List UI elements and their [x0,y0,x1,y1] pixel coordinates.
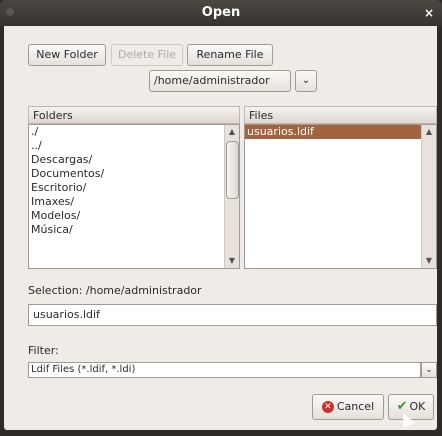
selection-input[interactable]: usuarios.ldif [28,304,437,326]
chevron-down-icon[interactable]: ⌄ [295,70,317,92]
folders-header[interactable]: Folders [28,106,240,124]
selection-label: Selection: /home/administrador [28,284,202,297]
filter-label: Filter: [28,344,59,357]
delete-file-button: Delete File [111,44,183,66]
folder-list-item[interactable]: ./ [29,125,239,139]
delete-file-label: Delete File [117,48,177,61]
scroll-up-icon[interactable]: ▲ [225,125,239,139]
files-header-label: Files [249,109,274,122]
files-scrollbar[interactable]: ▲ ▼ [421,125,436,268]
new-folder-label: New Folder [36,48,98,61]
scroll-down-icon[interactable]: ▼ [225,254,239,268]
cancel-label: Cancel [336,400,375,413]
folders-scrollbar[interactable]: ▲ ▼ [224,125,239,268]
ok-label: OK [409,400,426,413]
folders-list[interactable]: ./../Descargas/Documentos/Escritorio/Ima… [28,124,240,269]
dialog-body: New Folder Delete File Rename File /home… [4,26,437,430]
folder-list-item[interactable]: Modelos/ [29,209,239,223]
scroll-up-icon[interactable]: ▲ [422,125,436,139]
rename-file-button[interactable]: Rename File [187,44,273,66]
path-value: /home/administrador [154,74,270,87]
file-list-item[interactable]: usuarios.ldif [245,125,436,139]
new-folder-button[interactable]: New Folder [28,44,106,66]
cancel-icon: ✕ [321,401,334,413]
folder-list-item[interactable]: Imaxes/ [29,195,239,209]
folder-list-item[interactable]: Descargas/ [29,153,239,167]
files-list[interactable]: usuarios.ldif ▲ ▼ [244,124,437,269]
filter-dropdown[interactable]: Ldif Files (*.ldif, *.ldi) [28,362,421,378]
cancel-button[interactable]: ✕ Cancel [312,394,384,420]
folder-list-item[interactable]: Documentos/ [29,167,239,181]
scroll-thumb[interactable] [226,141,239,199]
filter-chevron-down-icon[interactable]: ⌄ [421,362,437,378]
open-dialog: Open × New Folder Delete File Rename Fil… [0,0,442,436]
folder-list-item[interactable]: Escritorio/ [29,181,239,195]
window-title: Open [201,5,241,20]
selection-value: usuarios.ldif [33,308,100,321]
title-bar[interactable]: Open × [0,0,442,26]
path-dropdown[interactable]: /home/administrador [149,70,291,92]
rename-file-label: Rename File [196,48,264,61]
files-header[interactable]: Files [244,106,437,124]
folders-header-label: Folders [33,109,73,122]
scroll-down-icon[interactable]: ▼ [422,254,436,268]
folder-list-item[interactable]: ../ [29,139,239,153]
filter-value: Ldif Files (*.ldif, *.ldi) [31,364,136,375]
close-icon[interactable]: × [422,6,436,20]
folder-list-item[interactable]: Música/ [29,223,239,237]
